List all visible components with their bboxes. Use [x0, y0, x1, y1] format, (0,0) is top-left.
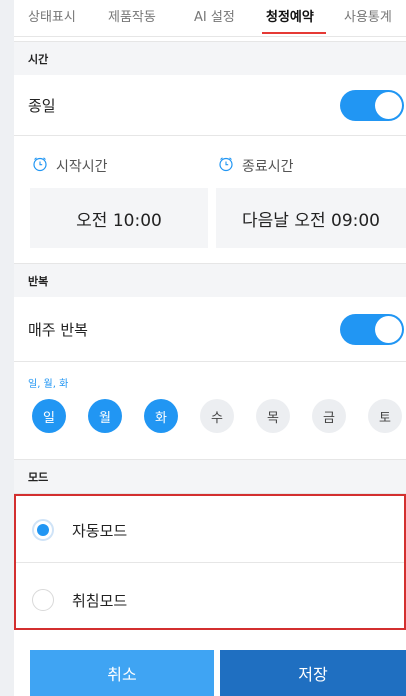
day-mon[interactable]: 월 [88, 399, 122, 433]
day-wed[interactable]: 수 [200, 399, 234, 433]
mode-options-group: 자동모드 취침모드 [14, 494, 406, 630]
divider [14, 361, 406, 362]
save-button[interactable]: 저장 [220, 650, 406, 696]
day-tue[interactable]: 화 [144, 399, 178, 433]
all-day-row: 종일 [14, 75, 406, 135]
tab-ai-settings[interactable]: AI 설정 [194, 6, 235, 25]
all-day-toggle[interactable] [340, 90, 404, 121]
weekly-repeat-row: 매주 반복 [14, 297, 406, 361]
selected-days-caption: 일, 월, 화 [28, 379, 69, 390]
weekly-repeat-label: 매주 반복 [28, 321, 88, 339]
start-time-field[interactable]: 오전 10:00 [30, 188, 208, 248]
start-time-label: 시작시간 [56, 159, 108, 175]
section-title-time: 시간 [28, 53, 49, 66]
end-time-field[interactable]: 다음날 오전 09:00 [216, 188, 406, 248]
tab-clean-reservation[interactable]: 청정예약 [266, 6, 314, 25]
active-tab-indicator [262, 32, 326, 34]
tab-status[interactable]: 상태표시 [28, 6, 76, 25]
divider [14, 135, 406, 136]
section-header-repeat: 반복 [14, 263, 406, 298]
divider [16, 562, 404, 563]
section-header-mode: 모드 [14, 459, 406, 494]
tab-product-operation[interactable]: 제품작동 [108, 6, 156, 25]
end-time-label: 종료시간 [242, 159, 294, 175]
schedule-panel: 상태표시 제품작동 AI 설정 청정예약 사용통계 시간 종일 시작시간 종료시… [14, 0, 406, 696]
alarm-clock-icon [219, 157, 233, 172]
day-sat[interactable]: 토 [368, 399, 402, 433]
alarm-clock-icon [33, 157, 47, 172]
section-title-mode: 모드 [28, 471, 49, 484]
auto-mode-label[interactable]: 자동모드 [72, 520, 127, 541]
all-day-label: 종일 [28, 97, 56, 115]
toggle-knob [375, 316, 402, 343]
section-header-time: 시간 [14, 41, 406, 76]
day-fri[interactable]: 금 [312, 399, 346, 433]
cancel-button[interactable]: 취소 [30, 650, 214, 696]
tab-bar: 상태표시 제품작동 AI 설정 청정예약 사용통계 [14, 0, 406, 37]
day-sun[interactable]: 일 [32, 399, 66, 433]
section-title-repeat: 반복 [28, 275, 49, 288]
day-thu[interactable]: 목 [256, 399, 290, 433]
sleep-mode-radio[interactable] [32, 589, 54, 611]
sleep-mode-label[interactable]: 취침모드 [72, 590, 127, 611]
tab-usage-stats[interactable]: 사용통계 [344, 6, 392, 25]
toggle-knob [375, 92, 402, 119]
weekly-repeat-toggle[interactable] [340, 314, 404, 345]
auto-mode-radio[interactable] [32, 519, 54, 541]
